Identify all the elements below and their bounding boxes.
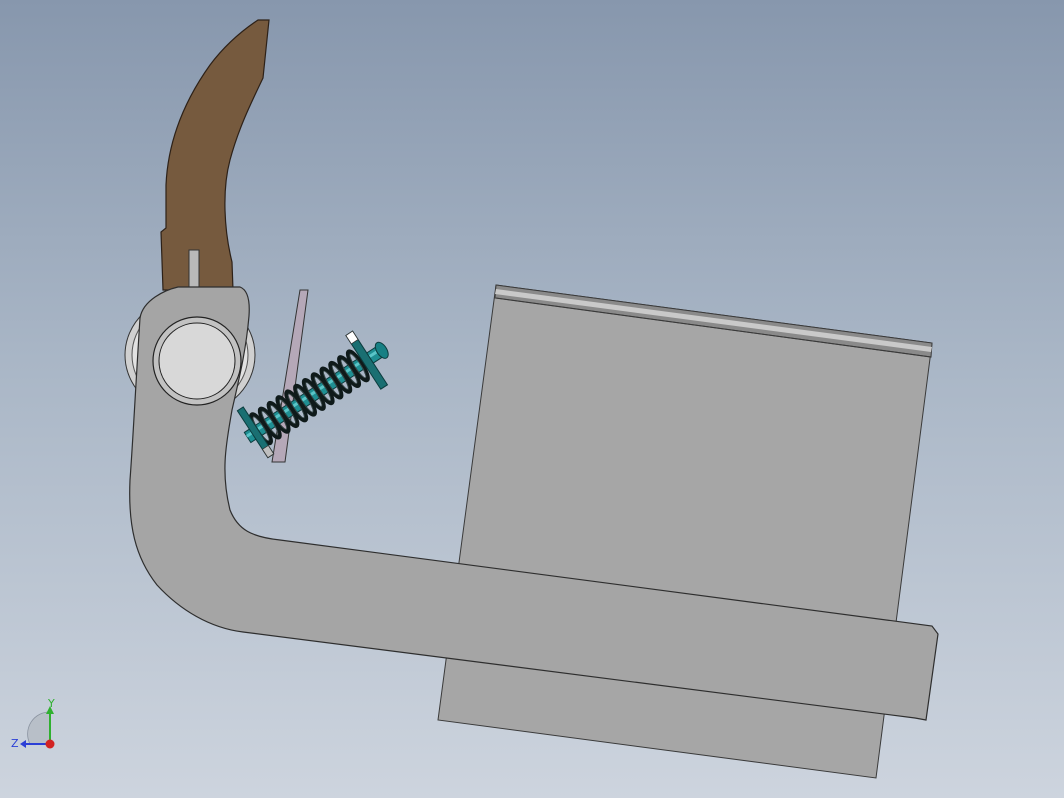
- x-axis-dot: [45, 739, 55, 749]
- y-axis-label: Y: [47, 698, 55, 710]
- handle-grip[interactable]: [160, 19, 270, 291]
- z-axis-arrow: [20, 740, 26, 748]
- pivot-pin[interactable]: [152, 316, 242, 406]
- spring-assembly[interactable]: [230, 321, 403, 465]
- triad-base: [27, 711, 51, 745]
- coordinate-triad[interactable]: Y Z: [10, 698, 70, 758]
- z-axis-label: Z: [11, 737, 19, 750]
- model-view[interactable]: [0, 0, 1064, 798]
- graphics-area[interactable]: Y Z: [0, 0, 1064, 798]
- spring-coils: [249, 349, 370, 446]
- pivot-pin-inner: [158, 322, 236, 400]
- handle-slot: [188, 249, 200, 291]
